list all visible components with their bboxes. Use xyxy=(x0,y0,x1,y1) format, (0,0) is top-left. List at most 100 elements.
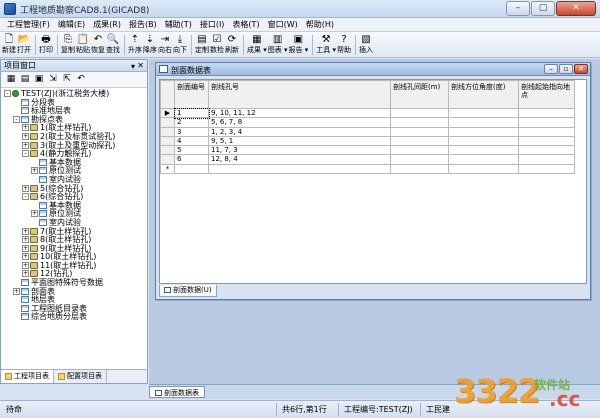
collapse-icon[interactable]: - xyxy=(22,150,29,158)
window-tab-section-data[interactable]: 剖面数据表 xyxy=(149,386,205,398)
expand-icon[interactable]: + xyxy=(22,124,29,132)
collapse-icon[interactable]: - xyxy=(4,90,11,97)
properties-icon[interactable]: ▣ xyxy=(33,74,45,85)
data-check-button[interactable]: ☑ 数检 xyxy=(210,32,224,58)
tree-node[interactable]: 综合地质分层表 xyxy=(1,313,147,322)
table-row[interactable]: 2 5, 6, 7, 8 xyxy=(160,117,575,128)
table-row[interactable]: ▶ 1 9, 10, 11, 12 xyxy=(160,107,575,119)
row-header[interactable] xyxy=(160,154,175,165)
tab-project-table[interactable]: 工程项目表 xyxy=(1,370,54,383)
table-cell[interactable] xyxy=(390,163,449,175)
table-cell[interactable] xyxy=(448,117,519,128)
table-cell[interactable] xyxy=(448,126,519,137)
row-header[interactable] xyxy=(160,126,175,137)
tree-node[interactable]: 平面图特殊符号数据 xyxy=(1,278,147,288)
row-header[interactable] xyxy=(160,135,175,147)
copy-button[interactable]: ⎘ 复制 xyxy=(61,32,75,58)
report-button[interactable]: ▣ 报告 ▾ xyxy=(289,32,309,58)
table-cell[interactable]: 2 xyxy=(174,117,209,128)
expand-icon[interactable]: + xyxy=(22,184,29,192)
open-folder-button[interactable]: 📂 打开 xyxy=(17,32,31,58)
table-cell[interactable]: 6 xyxy=(174,154,209,165)
table-row[interactable]: 6 12, 8, 4 xyxy=(160,154,575,165)
expand-icon[interactable]: + xyxy=(22,270,29,278)
table-cell[interactable]: 3 xyxy=(174,126,209,137)
help-button[interactable]: ? 帮助 xyxy=(337,32,351,58)
row-header[interactable] xyxy=(160,117,175,128)
table-cell[interactable] xyxy=(448,107,519,119)
back-icon[interactable]: ↶ xyxy=(75,74,87,85)
table-cell[interactable]: 11, 7, 3 xyxy=(208,145,391,156)
minimize-button[interactable]: – xyxy=(506,1,530,16)
current-row-indicator[interactable]: ▶ xyxy=(160,107,175,119)
new-file-button[interactable]: 🗋 新建 xyxy=(2,32,16,58)
column-header[interactable]: 剖面编号 xyxy=(174,80,209,109)
table-cell[interactable] xyxy=(518,126,575,137)
move-down-button[interactable]: ⤓ 向下 xyxy=(173,32,187,58)
menu-item[interactable]: 帮助(H) xyxy=(302,18,338,31)
table-cell[interactable] xyxy=(390,145,449,156)
column-header[interactable]: 剖线起始指向地点 xyxy=(518,80,575,109)
new-table-icon[interactable]: ▦ xyxy=(5,74,17,85)
table-cell[interactable] xyxy=(518,135,575,147)
expand-icon[interactable]: + xyxy=(22,244,29,252)
results-button[interactable]: ▦ 成果 ▾ xyxy=(247,32,267,58)
menu-item[interactable]: 接口(I) xyxy=(196,18,229,31)
expand-icon[interactable]: + xyxy=(13,287,20,295)
table-cell[interactable] xyxy=(518,154,575,165)
sort-desc-button[interactable]: ⇣ 降序 xyxy=(143,32,157,58)
expand-icon[interactable]: + xyxy=(22,227,29,235)
column-header[interactable]: 剖线方位角度(度) xyxy=(448,80,519,109)
expand-icon[interactable]: + xyxy=(31,167,38,175)
table-row[interactable]: 5 11, 7, 3 xyxy=(160,145,575,156)
customize-button[interactable]: ▤ 定制 xyxy=(195,32,209,58)
table-cell[interactable] xyxy=(390,117,449,128)
collapse-icon[interactable]: - xyxy=(13,115,20,123)
table-cell[interactable] xyxy=(390,135,449,147)
menu-item[interactable]: 成果(R) xyxy=(89,18,125,31)
table-row[interactable]: 3 1, 2, 3, 4 xyxy=(160,126,575,137)
table-cell[interactable] xyxy=(208,163,391,175)
expand-icon[interactable]: + xyxy=(22,132,29,140)
tab-section-data[interactable]: 剖面数据(U) xyxy=(159,285,217,297)
insert-button[interactable]: ▧ 插入 xyxy=(359,32,373,58)
table-cell[interactable]: 1 xyxy=(173,107,210,119)
table-cell[interactable]: 4 xyxy=(174,135,209,147)
expand-icon[interactable]: + xyxy=(31,210,38,218)
row-header[interactable] xyxy=(160,145,175,156)
table-cell[interactable] xyxy=(390,154,449,165)
find-button[interactable]: 🔍 查找 xyxy=(106,32,120,58)
tree-node[interactable]: 分段表 xyxy=(1,98,147,108)
tree-node[interactable]: - TEST(ZJ)(浙江税务大楼) xyxy=(1,89,147,99)
refresh-button[interactable]: ⟳ 刷新 xyxy=(225,32,239,58)
table-row[interactable]: 4 9, 5, 1 xyxy=(160,135,575,147)
table-cell[interactable] xyxy=(518,163,575,175)
pane-close-icon[interactable]: ✕ xyxy=(137,60,144,72)
paste-button[interactable]: 📋 粘贴 xyxy=(76,32,90,58)
child-minimize-button[interactable]: – xyxy=(544,64,558,74)
undo-button[interactable]: ↶ 恢复 xyxy=(91,32,105,58)
expand-icon[interactable]: + xyxy=(22,141,29,149)
tools-button[interactable]: ⚒ 工具 ▾ xyxy=(316,32,336,58)
column-header[interactable]: 剖线孔间距(m) xyxy=(390,80,449,109)
move-right-button[interactable]: ⇥ 向右 xyxy=(158,32,172,58)
menu-item[interactable]: 工程管理(F) xyxy=(3,18,54,31)
table-cell[interactable] xyxy=(390,126,449,137)
add-record-icon[interactable]: ▤ xyxy=(19,74,31,85)
table-cell[interactable]: 5 xyxy=(174,145,209,156)
menu-item[interactable]: 辅助(T) xyxy=(161,18,196,31)
sort-asc-button[interactable]: ⇡ 升序 xyxy=(128,32,142,58)
table-cell[interactable]: 1, 2, 3, 4 xyxy=(208,126,391,137)
table-cell[interactable] xyxy=(518,107,575,119)
import-icon[interactable]: ⇱ xyxy=(61,74,73,85)
tree-node[interactable]: 标准地层表 xyxy=(1,106,147,116)
expand-icon[interactable]: + xyxy=(22,261,29,269)
chart-button[interactable]: ▥ 图表 ▾ xyxy=(268,32,288,58)
table-cell[interactable]: 9, 10, 11, 12 xyxy=(208,107,391,119)
tab-config-table[interactable]: 配置项目表 xyxy=(54,370,107,383)
table-cell[interactable] xyxy=(390,107,449,119)
table-cell[interactable] xyxy=(448,163,519,175)
table-cell[interactable] xyxy=(518,145,575,156)
print-button[interactable]: 🖶 打印 xyxy=(39,32,53,58)
menu-item[interactable]: 窗口(W) xyxy=(264,18,302,31)
